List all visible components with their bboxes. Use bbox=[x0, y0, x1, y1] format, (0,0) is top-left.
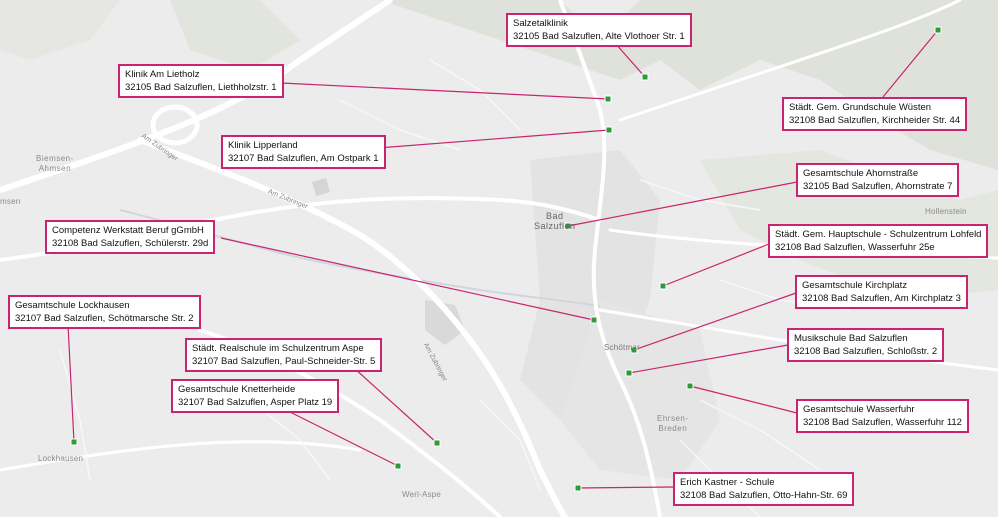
leader-line bbox=[283, 408, 399, 467]
label-name: Gesamtschule Ahornstraße bbox=[803, 168, 919, 179]
forest-area bbox=[170, 0, 300, 70]
label-name: Klinik Am Lietholz bbox=[125, 69, 200, 80]
location-label[interactable]: Gesamtschule Lockhausen 32107 Bad Salzuf… bbox=[8, 295, 201, 329]
location-marker-icon[interactable] bbox=[934, 26, 942, 34]
leader-line bbox=[377, 129, 610, 149]
location-label[interactable]: Gesamtschule Wasserfuhr 32108 Bad Salzuf… bbox=[796, 399, 969, 433]
label-address: 32108 Bad Salzuflen, Otto-Hahn-Str. 69 bbox=[680, 490, 848, 501]
location-marker-icon[interactable] bbox=[394, 462, 402, 470]
label-address: 32105 Bad Salzuflen, Alte Vlothoer Str. … bbox=[513, 31, 685, 42]
location-label[interactable]: Städt. Gem. Hauptschule - Schulzentrum L… bbox=[768, 224, 989, 258]
label-name: Gesamtschule Knetterheide bbox=[178, 384, 296, 395]
road bbox=[137, 137, 568, 517]
location-label[interactable]: Gesamtschule Ahornstraße 32105 Bad Salzu… bbox=[796, 163, 960, 197]
location-marker-icon[interactable] bbox=[686, 382, 694, 390]
location-marker-icon[interactable] bbox=[659, 282, 667, 290]
location-label[interactable]: Städt. Realschule im Schulzentrum Aspe 3… bbox=[185, 338, 383, 372]
place-label-bad-salzuflen: Bad Salzuflen bbox=[534, 211, 576, 231]
location-marker-icon[interactable] bbox=[590, 316, 598, 324]
label-name: Competenz Werkstatt Beruf gGmbH bbox=[52, 225, 204, 236]
place-label-schoetmar: Schötmar bbox=[604, 343, 640, 352]
label-address: 32108 Bad Salzuflen, Schloßstr. 2 bbox=[794, 346, 938, 357]
place-label-hollenstein: Hollenstein bbox=[925, 207, 967, 216]
label-name: Städt. Realschule im Schulzentrum Aspe bbox=[192, 343, 364, 354]
label-name: Musikschule Bad Salzuflen bbox=[794, 333, 908, 344]
label-name: Städt. Gem. Grundschule Wüsten bbox=[789, 102, 932, 113]
water-body bbox=[312, 178, 330, 196]
location-label[interactable]: Gesamtschule Knetterheide 32107 Bad Salz… bbox=[171, 379, 340, 413]
location-label[interactable]: Musikschule Bad Salzuflen 32108 Bad Salz… bbox=[787, 328, 945, 362]
leader-line bbox=[662, 243, 770, 287]
place-label-werl-aspe: Werl-Aspe bbox=[402, 490, 441, 499]
label-address: 32107 Bad Salzuflen, Schötmarsche Str. 2 bbox=[15, 313, 194, 324]
forest-area bbox=[0, 0, 120, 60]
label-name: Städt. Gem. Hauptschule - Schulzentrum L… bbox=[775, 229, 982, 240]
location-label[interactable]: Klinik Lipperland 32107 Bad Salzuflen, A… bbox=[221, 135, 386, 169]
place-label-ehrsen: Ehrsen- Breden bbox=[657, 414, 689, 433]
label-address: 32105 Bad Salzuflen, Ahornstrate 7 bbox=[803, 181, 953, 192]
label-address: 32107 Bad Salzuflen, Paul-Schneider-Str.… bbox=[192, 356, 376, 367]
label-address: 32107 Bad Salzuflen, Asper Platz 19 bbox=[178, 397, 333, 408]
label-name: Gesamtschule Lockhausen bbox=[15, 300, 130, 311]
location-marker-icon[interactable] bbox=[641, 73, 649, 81]
location-marker-icon[interactable] bbox=[70, 438, 78, 446]
label-address: 32108 Bad Salzuflen, Am Kirchplatz 3 bbox=[802, 293, 961, 304]
label-name: Gesamtschule Kirchplatz bbox=[802, 280, 908, 291]
place-label-ahmsen-edge: msen bbox=[0, 197, 21, 206]
label-name: Gesamtschule Wasserfuhr bbox=[803, 404, 915, 415]
minor-road bbox=[429, 59, 521, 131]
location-label[interactable]: Städt. Gem. Grundschule Wüsten 32108 Bad… bbox=[782, 97, 968, 131]
location-marker-icon[interactable] bbox=[433, 439, 441, 447]
label-address: 32108 Bad Salzuflen, Kirchheider Str. 44 bbox=[789, 115, 961, 126]
place-label-biemsen: Biemsen- Ahmsen bbox=[36, 154, 74, 173]
label-name: Erich Kastner - Schule bbox=[680, 477, 775, 488]
label-address: 32107 Bad Salzuflen, Am Ostpark 1 bbox=[228, 153, 379, 164]
label-name: Salzetalklinik bbox=[513, 18, 568, 29]
location-label[interactable]: Competenz Werkstatt Beruf gGmbH 32108 Ba… bbox=[45, 220, 216, 254]
label-address: 32108 Bad Salzuflen, Schülerstr. 29d bbox=[52, 238, 209, 249]
location-marker-icon[interactable] bbox=[604, 95, 612, 103]
map-view[interactable]: Biemsen- Ahmsen msen Hollenstein Lockhau… bbox=[0, 0, 998, 517]
location-marker-icon[interactable] bbox=[625, 369, 633, 377]
label-name: Klinik Lipperland bbox=[228, 140, 298, 151]
location-label[interactable]: Salzetalklinik 32105 Bad Salzuflen, Alte… bbox=[506, 13, 692, 47]
leader-line bbox=[577, 486, 674, 489]
label-address: 32108 Bad Salzuflen, Wasserfuhr 25e bbox=[775, 242, 935, 253]
place-label-lockhausen: Lockhausen bbox=[38, 454, 84, 463]
label-address: 32105 Bad Salzuflen, Liethholzstr. 1 bbox=[125, 82, 277, 93]
location-label[interactable]: Erich Kastner - Schule 32108 Bad Salzufl… bbox=[673, 472, 855, 506]
location-label[interactable]: Klinik Am Lietholz 32105 Bad Salzuflen, … bbox=[118, 64, 284, 98]
label-address: 32108 Bad Salzuflen, Wasserfuhr 112 bbox=[803, 417, 962, 428]
location-label[interactable]: Gesamtschule Kirchplatz 32108 Bad Salzuf… bbox=[795, 275, 968, 309]
location-marker-icon[interactable] bbox=[574, 484, 582, 492]
location-marker-icon[interactable] bbox=[605, 126, 613, 134]
leader-line bbox=[280, 82, 609, 100]
